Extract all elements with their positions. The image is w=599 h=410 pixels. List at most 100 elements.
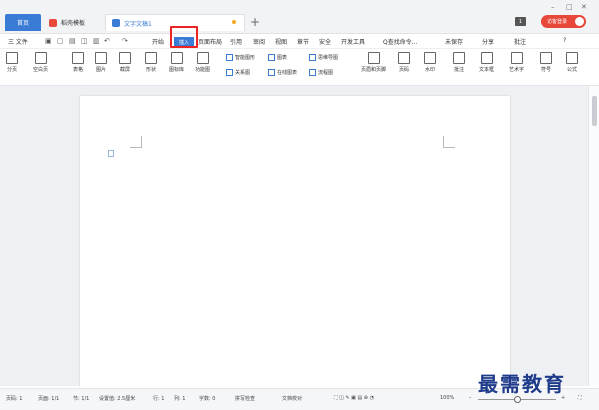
icon-library-button[interactable]: 图标库: [169, 52, 184, 73]
export-pdf-icon[interactable]: ▢: [57, 37, 64, 45]
table-button[interactable]: 表格: [72, 52, 84, 73]
writer-logo-icon: [112, 19, 120, 27]
tab-home[interactable]: 首页: [5, 14, 41, 31]
menu-bar: 三 文件 ▣ ▢ ▤ ◫ ▥ ↶ ↷ 开始 页面布局 引用 审阅 视图 章节 安…: [0, 34, 599, 49]
window-count-badge[interactable]: 1: [515, 17, 526, 26]
text-box-icon: [480, 52, 493, 64]
screenshot-icon: [119, 52, 131, 64]
status-setting: 设置值: 2.5厘米: [99, 396, 136, 402]
paragraph-marker-icon[interactable]: [108, 150, 114, 157]
fullscreen-icon[interactable]: ⛶: [578, 395, 582, 401]
tab-daoke-label: 稻壳模板: [61, 20, 86, 27]
menu-reference[interactable]: 引用: [230, 37, 242, 46]
chart-icon: [268, 54, 275, 61]
status-section: 节: 1/1: [73, 396, 90, 402]
unsaved-status[interactable]: 未保存: [445, 37, 463, 46]
help-icon[interactable]: ?: [563, 37, 566, 44]
zoom-slider-knob[interactable]: [514, 396, 521, 403]
undo-icon[interactable]: ↶: [104, 37, 110, 45]
flowchart-button[interactable]: 流程图: [309, 69, 333, 76]
page-number-icon: [398, 52, 410, 64]
formula-button[interactable]: 公式: [566, 52, 578, 73]
title-bar: 首页 稻壳模板 文字文稿1 + – □ ✕ 1 访客登录: [0, 0, 599, 34]
vertical-scrollbar[interactable]: [588, 86, 599, 386]
view-mode-icons[interactable]: ⛶ ◫ ✎ ▣ ▤ ⊕ ◔: [334, 395, 374, 401]
guest-login-label: 访客登录: [547, 19, 568, 25]
document-canvas: [0, 86, 588, 396]
tab-daoke-template[interactable]: 稻壳模板: [43, 14, 103, 31]
status-word-count[interactable]: 字数: 0: [199, 395, 215, 402]
picture-icon: [95, 52, 107, 64]
search-command-input[interactable]: Q查找命令...: [383, 37, 417, 46]
unsaved-dot-icon: [232, 20, 236, 24]
print-preview-icon[interactable]: ◫: [81, 37, 88, 45]
menu-developer[interactable]: 开发工具: [341, 37, 365, 46]
tab-document-label: 文字文稿1: [124, 20, 152, 28]
new-tab-plus-icon[interactable]: +: [250, 15, 260, 29]
page-break-icon: [6, 52, 18, 64]
word-art-button[interactable]: 艺术字: [509, 52, 524, 73]
document-page[interactable]: [80, 96, 510, 396]
smart-graphic-button[interactable]: 智能图形: [226, 54, 255, 61]
format-painter-icon[interactable]: ▥: [93, 37, 100, 45]
smart-graphic-icon: [226, 54, 233, 61]
comment-insert-button[interactable]: 批注: [453, 52, 465, 73]
mind-map-button[interactable]: 思维导图: [309, 54, 338, 61]
scroll-thumb[interactable]: [592, 96, 597, 126]
print-icon[interactable]: ▤: [69, 37, 76, 45]
save-icon[interactable]: ▣: [45, 37, 52, 45]
relation-chart-icon: [226, 69, 233, 76]
menu-chapter[interactable]: 章节: [297, 37, 309, 46]
margin-corner-top-right: [443, 136, 455, 148]
relation-chart-button[interactable]: 关系图: [226, 69, 250, 76]
insert-ribbon: 分页 空白页 表格 图片 截屏 形状 图标库 功能图 智能图形 关系图 图表 在…: [0, 50, 599, 86]
menu-view[interactable]: 视图: [275, 37, 287, 46]
file-menu[interactable]: 三 文件: [8, 37, 28, 46]
status-row: 行: 1: [153, 396, 165, 402]
close-icon[interactable]: ✕: [581, 3, 587, 11]
mind-map-icon: [309, 54, 316, 61]
share-button[interactable]: 分享: [482, 37, 494, 46]
status-pages: 页面: 1/1: [38, 396, 60, 402]
menu-start[interactable]: 开始: [152, 37, 164, 46]
redo-icon[interactable]: ↷: [122, 37, 128, 45]
tab-home-label: 首页: [16, 20, 29, 27]
symbol-button[interactable]: 符号: [540, 52, 552, 73]
chart-button[interactable]: 图表: [268, 54, 287, 61]
zoom-out-icon[interactable]: –: [469, 395, 472, 401]
proofread-button[interactable]: 文档校对: [282, 395, 302, 402]
function-chart-icon: [196, 52, 209, 64]
watermark-button[interactable]: 水印: [424, 52, 436, 73]
comment-button[interactable]: 批注: [514, 37, 526, 46]
blank-page-icon: [34, 52, 47, 64]
text-box-button[interactable]: 文本框: [479, 52, 494, 73]
online-chart-button[interactable]: 在线图表: [268, 69, 297, 76]
table-icon: [72, 52, 84, 64]
header-footer-icon: [367, 52, 380, 64]
word-art-icon: [510, 52, 523, 64]
menu-security[interactable]: 安全: [319, 37, 331, 46]
header-footer-button[interactable]: 页眉和页脚: [361, 52, 386, 73]
menu-review[interactable]: 审阅: [253, 37, 265, 46]
avatar-icon: [575, 17, 584, 26]
page-break-button[interactable]: 分页: [6, 52, 18, 73]
online-chart-icon: [268, 69, 275, 76]
picture-button[interactable]: 图片: [95, 52, 107, 73]
menu-page-layout[interactable]: 页面布局: [198, 37, 222, 46]
comment-icon: [453, 52, 465, 64]
screenshot-button[interactable]: 截屏: [119, 52, 131, 73]
shape-button[interactable]: 形状: [145, 52, 157, 73]
shape-icon: [145, 52, 157, 64]
spell-check-button[interactable]: 拼写检查: [235, 395, 255, 402]
maximize-icon[interactable]: □: [566, 3, 573, 11]
minimize-icon[interactable]: –: [551, 3, 555, 11]
flowchart-icon: [309, 69, 316, 76]
function-chart-button[interactable]: 功能图: [195, 52, 210, 73]
page-number-button[interactable]: 页码: [398, 52, 410, 73]
guest-login-button[interactable]: 访客登录: [541, 15, 586, 28]
watermark-icon: [424, 52, 436, 64]
status-page-number: 页码: 1: [6, 396, 23, 402]
blank-page-button[interactable]: 空白页: [33, 52, 48, 73]
zoom-level[interactable]: 100%: [440, 395, 454, 401]
status-column: 列: 1: [174, 396, 186, 402]
